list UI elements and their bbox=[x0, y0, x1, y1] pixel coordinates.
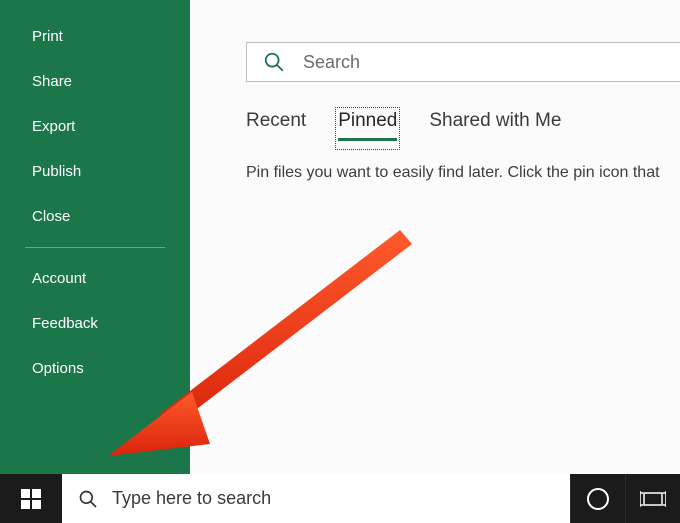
sidebar-item-print[interactable]: Print bbox=[0, 14, 190, 59]
sidebar-divider bbox=[25, 247, 165, 248]
tab-shared-with-me[interactable]: Shared with Me bbox=[429, 110, 561, 138]
tab-recent[interactable]: Recent bbox=[246, 110, 306, 138]
windows-taskbar: Type here to search bbox=[0, 474, 680, 523]
search-icon bbox=[263, 51, 285, 73]
tab-label: Recent bbox=[246, 110, 306, 131]
sidebar-item-close[interactable]: Close bbox=[0, 194, 190, 239]
sidebar-item-share[interactable]: Share bbox=[0, 59, 190, 104]
cortana-icon bbox=[587, 488, 609, 510]
tab-pinned[interactable]: Pinned bbox=[338, 110, 397, 147]
taskbar-search-input[interactable]: Type here to search bbox=[62, 474, 570, 523]
tab-label: Pinned bbox=[338, 110, 397, 131]
cortana-button[interactable] bbox=[570, 474, 625, 523]
search-icon bbox=[78, 489, 98, 509]
excel-backstage: Print Share Export Publish Close Account… bbox=[0, 0, 680, 474]
file-search-container: Search bbox=[246, 42, 680, 82]
sidebar-item-feedback[interactable]: Feedback bbox=[0, 301, 190, 346]
backstage-main: Search Recent Pinned Shared with Me Pin … bbox=[190, 0, 680, 474]
backstage-sidebar: Print Share Export Publish Close Account… bbox=[0, 0, 190, 474]
sidebar-item-account[interactable]: Account bbox=[0, 256, 190, 301]
task-view-icon bbox=[640, 489, 666, 509]
start-button[interactable] bbox=[0, 474, 62, 523]
sidebar-item-export[interactable]: Export bbox=[0, 104, 190, 149]
sidebar-item-options[interactable]: Options bbox=[0, 346, 190, 391]
task-view-button[interactable] bbox=[625, 474, 680, 523]
pinned-empty-message: Pin files you want to easily find later.… bbox=[246, 164, 660, 182]
file-search-placeholder: Search bbox=[303, 52, 360, 73]
file-tabs: Recent Pinned Shared with Me bbox=[246, 110, 561, 147]
tab-label: Shared with Me bbox=[429, 110, 561, 131]
sidebar-item-publish[interactable]: Publish bbox=[0, 149, 190, 194]
taskbar-search-placeholder: Type here to search bbox=[112, 488, 271, 509]
tab-underline bbox=[338, 138, 397, 141]
file-search-input[interactable]: Search bbox=[246, 42, 680, 82]
windows-logo-icon bbox=[21, 489, 41, 509]
